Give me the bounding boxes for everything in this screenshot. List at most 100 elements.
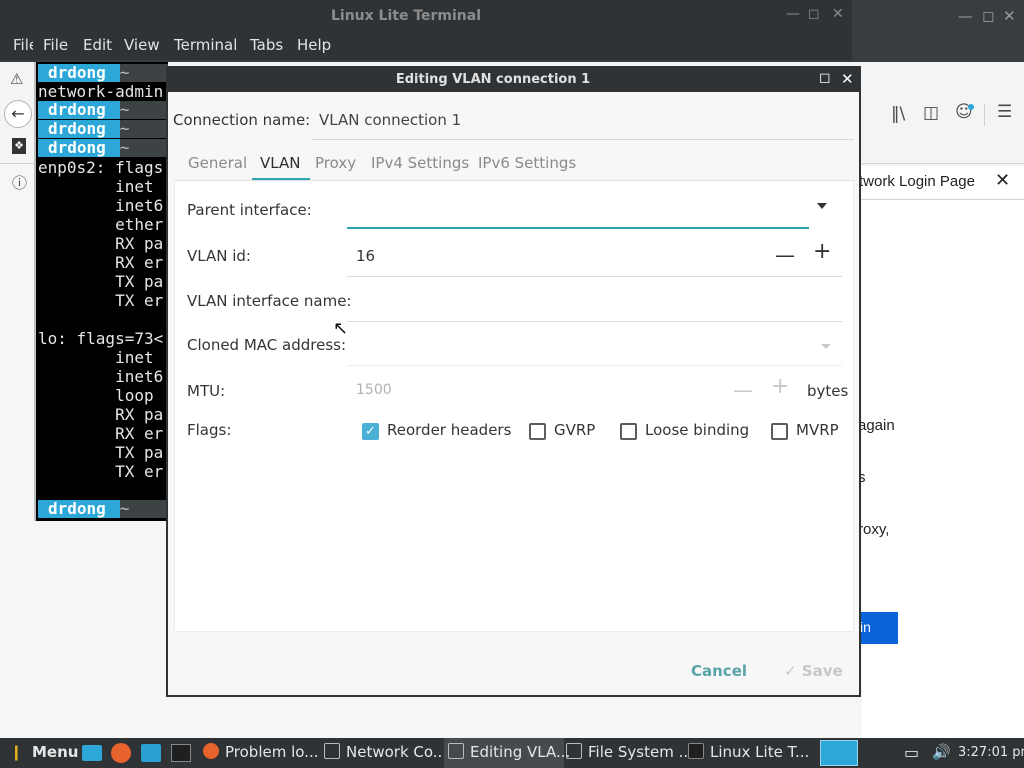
prompt-user: drdong xyxy=(38,64,120,82)
terminal-prompt: drdong ~ xyxy=(38,139,168,157)
menu-terminal[interactable]: Terminal xyxy=(174,36,237,54)
browser-tab[interactable]: twork Login Page ✕ xyxy=(855,166,1024,200)
terminal-line: RX pa xyxy=(38,405,164,424)
task-label: Network Co... xyxy=(346,743,448,761)
task-editing-vlan[interactable]: Editing VLA... xyxy=(444,738,570,768)
chevron-down-icon[interactable] xyxy=(821,344,831,349)
decrement-icon[interactable]: — xyxy=(775,243,795,267)
terminal-line: RX er xyxy=(38,424,164,443)
close-icon[interactable]: ✕ xyxy=(841,70,854,88)
gvrp-label: GVRP xyxy=(554,421,596,439)
menu-file[interactable]: File xyxy=(43,36,68,54)
help-icon[interactable]: ⓘ xyxy=(12,172,27,193)
task-network-connections[interactable]: Network Co... xyxy=(324,738,447,768)
cancel-button[interactable]: Cancel xyxy=(691,662,747,680)
start-menu-button[interactable]: Menu xyxy=(32,738,78,768)
folder-icon xyxy=(566,743,582,759)
bookmark-icon[interactable]: ❖ xyxy=(12,138,26,154)
prompt-user: drdong xyxy=(38,101,120,119)
mvrp-label: MVRP xyxy=(796,421,839,439)
toolbar-divider xyxy=(984,104,985,126)
increment-icon[interactable]: + xyxy=(771,374,789,399)
vlan-settings-page: Parent interface: VLAN id: 16 — + VLAN i… xyxy=(174,181,854,632)
back-arrow-icon[interactable]: ← xyxy=(4,100,32,128)
parent-interface-combobox[interactable] xyxy=(347,193,842,229)
network-icon xyxy=(448,743,464,759)
terminal-line: TX er xyxy=(38,462,164,481)
maximize-icon[interactable]: ◻ xyxy=(819,70,831,86)
mtu-input[interactable]: 1500 xyxy=(356,382,392,398)
prompt-user: drdong xyxy=(38,500,120,518)
maximize-icon[interactable]: ◻ xyxy=(982,7,994,25)
chevron-down-icon[interactable] xyxy=(817,203,827,209)
task-linux-lite-terminal[interactable]: Linux Lite T... xyxy=(688,738,810,768)
terminal-line: TX er xyxy=(38,291,164,310)
terminal-line: inet6 xyxy=(38,367,164,386)
terminal-prompt: drdong ~ xyxy=(38,500,168,518)
terminal-line: inet xyxy=(38,348,154,367)
minimize-icon[interactable]: — xyxy=(958,7,973,25)
tab-ipv6-settings[interactable]: IPv6 Settings xyxy=(478,154,576,172)
focus-underline xyxy=(347,227,809,229)
terminal-titlebar: Linux Lite Terminal — ◻ ✕ xyxy=(0,0,852,32)
close-icon[interactable]: ✕ xyxy=(1003,7,1016,25)
login-button[interactable]: in xyxy=(858,612,898,644)
network-icon xyxy=(324,743,340,759)
loose-binding-checkbox[interactable] xyxy=(620,423,637,440)
linux-lite-logo-icon[interactable]: ❙ xyxy=(10,738,23,768)
tab-ipv4-settings[interactable]: IPv4 Settings xyxy=(371,154,469,172)
task-label: Editing VLA... xyxy=(470,743,571,761)
sidebar-icon[interactable]: ◫ xyxy=(923,103,939,123)
menu-file-clipped[interactable]: File xyxy=(13,36,33,54)
browser-page-content xyxy=(862,200,1024,738)
terminal-line: inet6 xyxy=(38,196,164,215)
vlan-id-input[interactable]: 16 xyxy=(356,247,375,265)
task-file-system[interactable]: File System ... xyxy=(566,738,693,768)
gvrp-checkbox[interactable] xyxy=(529,423,546,440)
terminal-line: enp0s2: flags xyxy=(38,158,164,177)
parent-interface-label: Parent interface: xyxy=(187,201,312,219)
terminal-line: RX er xyxy=(38,253,164,272)
active-tab-indicator xyxy=(252,178,310,180)
minimize-icon[interactable]: — xyxy=(786,6,800,22)
workspace-switcher[interactable] xyxy=(820,740,858,766)
menu-tabs[interactable]: Tabs xyxy=(250,36,283,54)
tab-proxy[interactable]: Proxy xyxy=(315,154,356,172)
menu-view[interactable]: View xyxy=(124,36,160,54)
close-tab-icon[interactable]: ✕ xyxy=(995,170,1010,191)
increment-icon[interactable]: + xyxy=(813,239,831,264)
firefox-icon[interactable] xyxy=(111,743,131,763)
desktop-icon[interactable] xyxy=(82,745,102,761)
vlan-id-label: VLAN id: xyxy=(187,247,251,265)
reorder-headers-checkbox[interactable]: ✓ xyxy=(362,423,379,440)
task-label: Problem lo... xyxy=(225,743,319,761)
file-manager-icon[interactable] xyxy=(141,744,161,762)
terminal-icon[interactable] xyxy=(171,744,191,762)
tab-vlan[interactable]: VLAN xyxy=(260,154,300,172)
prompt-tilde: ~ xyxy=(119,100,130,119)
terminal-output[interactable]: drdong ~ network-admin drdong ~ drdong ~ dr… xyxy=(34,62,168,521)
flags-label: Flags: xyxy=(187,421,232,439)
hamburger-menu-icon[interactable]: ☰ xyxy=(997,102,1012,122)
library-icon[interactable]: ‖\ xyxy=(891,104,905,124)
connection-name-label: Connection name: xyxy=(173,111,311,129)
volume-icon[interactable]: 🔊 xyxy=(932,738,951,768)
page-text-fragment: roxy, xyxy=(858,521,890,538)
maximize-icon[interactable]: ◻ xyxy=(808,6,820,22)
terminal-line: network-admin xyxy=(38,82,164,101)
tab-general[interactable]: General xyxy=(188,154,247,172)
display-icon[interactable]: ▭ xyxy=(904,738,919,768)
mvrp-checkbox[interactable] xyxy=(771,423,788,440)
close-icon[interactable]: ✕ xyxy=(832,6,844,22)
save-button[interactable]: ✓ Save xyxy=(784,662,843,680)
decrement-icon[interactable]: — xyxy=(733,378,753,402)
menu-help[interactable]: Help xyxy=(297,36,331,54)
dialog-title: Editing VLAN connection 1 xyxy=(395,72,591,87)
menu-edit[interactable]: Edit xyxy=(83,36,112,54)
connection-name-input[interactable]: VLAN connection 1 xyxy=(319,111,461,129)
terminal-prompt: drdong ~ xyxy=(38,120,168,138)
prompt-tilde: ~ xyxy=(119,138,130,157)
task-problem-loading[interactable]: Problem lo... xyxy=(203,738,321,768)
task-label: Linux Lite T... xyxy=(710,743,810,761)
loose-binding-label: Loose binding xyxy=(645,421,750,439)
